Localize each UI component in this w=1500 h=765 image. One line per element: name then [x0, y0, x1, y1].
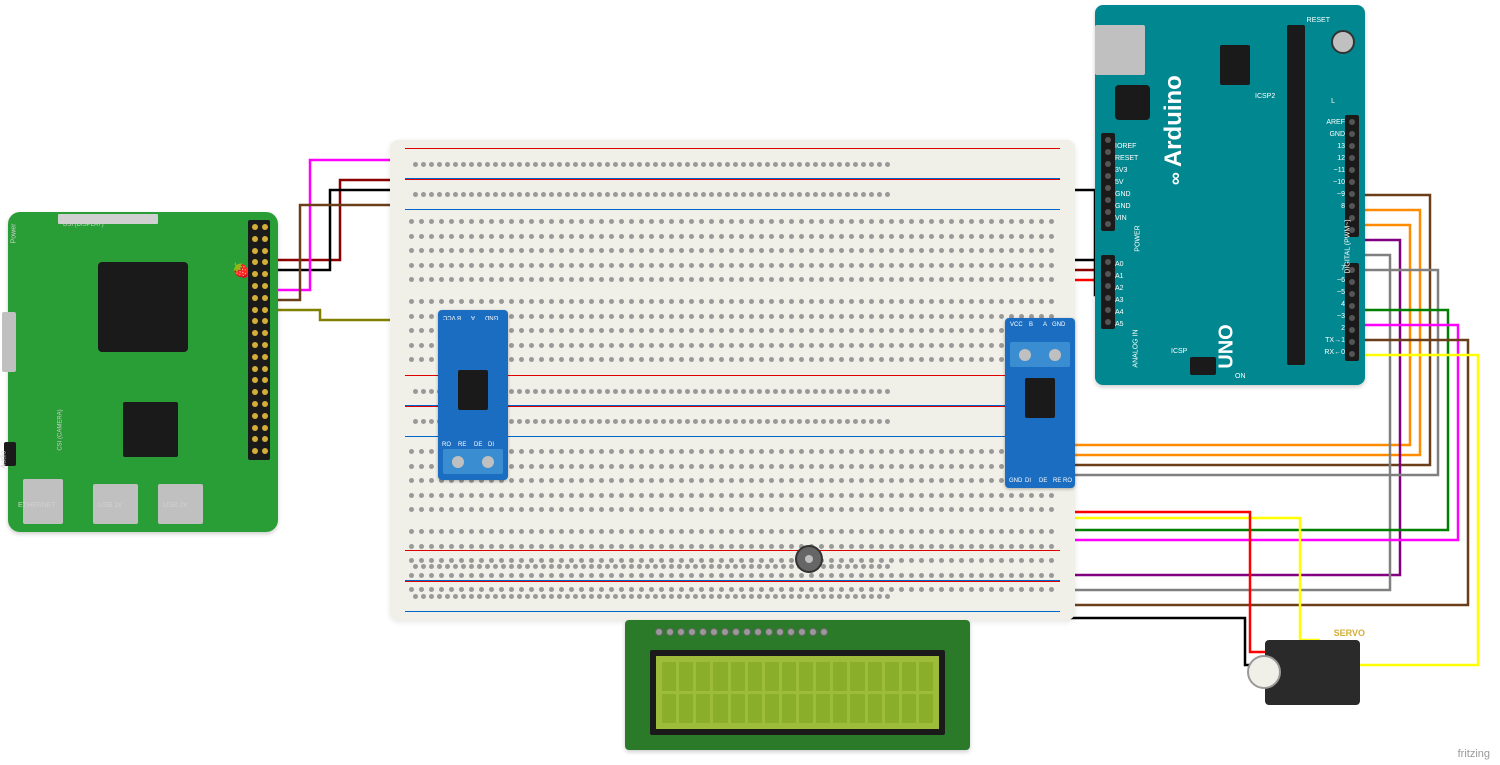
bb-bot-rail-pos [405, 550, 1060, 582]
lcd-pin-header: for(let i=0;i<16;i++)document.write('<di… [655, 628, 940, 640]
al-vin: VIN [1115, 215, 1127, 222]
al-gndd: GND [1329, 131, 1345, 138]
rpi-audio-label: Audio [0, 451, 7, 469]
rpi-gpio-header: for(let i=0;i<40;i++)document.write('<di… [248, 220, 270, 460]
rpi-usb2-label: USB 2x [163, 502, 187, 509]
al-5v: 5V [1115, 179, 1124, 186]
al-d4: 4 [1341, 301, 1345, 308]
al-a3: A3 [1115, 297, 1124, 304]
al-a1: A1 [1115, 273, 1124, 280]
arduino-reset-button [1331, 30, 1355, 54]
al-digital-sec: DIGITAL (PWM~) [1344, 219, 1351, 273]
potentiometer [795, 545, 823, 573]
bb-bot-rail-neg [405, 580, 1060, 612]
bb-top-rail-neg [405, 178, 1060, 210]
al-d6: ~6 [1337, 277, 1345, 284]
al-reset: RESET [1115, 155, 1138, 162]
al-d2: 2 [1341, 325, 1345, 332]
al-gnd1: GND [1115, 191, 1131, 198]
al-icsp2: ICSP2 [1255, 93, 1275, 100]
arduino-logo-text: ∞ Arduino [1160, 75, 1188, 185]
rs485-r-de: DE [1039, 478, 1047, 484]
rpi-usb1-label: USB 2x [98, 502, 122, 509]
al-resetbtn: RESET [1307, 17, 1330, 24]
al-ioref: IOREF [1115, 143, 1136, 150]
rs485-l-ro: RO [442, 442, 451, 448]
al-d13: 13 [1337, 143, 1345, 150]
arduino-usb-port [1095, 25, 1145, 75]
al-power-sec: POWER [1135, 225, 1142, 251]
rs485-r-vcc: VCC [1010, 322, 1023, 328]
al-d12: 12 [1337, 155, 1345, 162]
circuit-diagram: for(let i=0;i<40;i++)document.write('<di… [0, 0, 1500, 765]
rs485-right-terminal [1010, 342, 1070, 367]
al-gnd2: GND [1115, 203, 1131, 210]
rs485-r-gnd2: GND [1009, 478, 1022, 484]
rs485-r-ro: RO [1063, 478, 1072, 484]
rs485-l-re: RE [458, 442, 466, 448]
servo-motor: SERVO [1255, 625, 1375, 715]
rs485-left-terminal [443, 449, 503, 474]
rs485-r-b: B [1029, 322, 1033, 328]
arduino-digital-header-bot [1345, 263, 1359, 361]
rpi-csi-label: CSI (CAMERA) [58, 409, 64, 450]
arduino-power-header [1101, 133, 1115, 231]
al-analog-sec: ANALOG IN [1133, 329, 1140, 367]
bb-top-rail-pos [405, 148, 1060, 180]
fritzing-credit: fritzing [1458, 748, 1490, 760]
rs485-l-gnd: GND [485, 314, 498, 320]
servo-arm [1247, 655, 1281, 689]
al-a2: A2 [1115, 285, 1124, 292]
al-d8: 8 [1341, 203, 1345, 210]
al-a0: A0 [1115, 261, 1124, 268]
rpi-logo-icon: 🍓 [232, 262, 249, 279]
rs485-r-di: DI [1025, 478, 1031, 484]
al-a5: A5 [1115, 321, 1124, 328]
al-rx: RX←0 [1324, 349, 1345, 356]
arduino-model-text: UNO [1216, 324, 1239, 368]
al-d9: ~9 [1337, 191, 1345, 198]
rs485-l-di: DI [488, 442, 494, 448]
al-a4: A4 [1115, 309, 1124, 316]
arduino-analog-header [1101, 255, 1115, 329]
al-on: ON [1235, 373, 1246, 380]
rpi-cpu-chip [98, 262, 188, 352]
bb-upper-section [405, 215, 1060, 293]
al-d3: ~3 [1337, 313, 1345, 320]
arduino-uno-board: ∞ Arduino UNO IOREF RESET 3V3 5V GND [1095, 5, 1365, 385]
al-d11: ~11 [1334, 167, 1345, 174]
rpi-secondary-chip [123, 402, 178, 457]
arduino-power-jack [1115, 85, 1150, 120]
rs485-module-right: VCC B A GND GND DI DE RE RO [1005, 318, 1075, 488]
al-3v3: 3V3 [1115, 167, 1127, 174]
al-icsp: ICSP [1171, 348, 1187, 355]
lcd-screen: for(let i=0;i<32;i++)document.write('<di… [650, 650, 945, 735]
rs485-left-chip [458, 370, 488, 410]
rs485-l-de: DE [474, 442, 482, 448]
al-d10: ~10 [1333, 179, 1345, 186]
rs485-right-chip [1025, 378, 1055, 418]
servo-label: SERVO [1334, 628, 1365, 638]
al-tx: TX→1 [1325, 337, 1345, 344]
raspberry-pi-board: for(let i=0;i<40;i++)document.write('<di… [8, 212, 278, 532]
rpi-eth-label: ETHERNET [18, 502, 56, 509]
rs485-l-a: A [471, 314, 475, 320]
rs485-r-gnd: GND [1052, 322, 1065, 328]
rs485-r-a: A [1043, 322, 1047, 328]
lcd-16x2: for(let i=0;i<16;i++)document.write('<di… [625, 620, 970, 750]
al-d5: ~5 [1337, 289, 1345, 296]
rs485-r-re: RE [1053, 478, 1061, 484]
al-aref: AREF [1326, 119, 1345, 126]
rpi-dsi-connector [58, 214, 158, 224]
al-l: L [1331, 98, 1335, 105]
arduino-atmega-chip [1287, 25, 1305, 365]
rs485-l-vcc: VCC [443, 314, 456, 320]
rpi-hdmi-port [2, 312, 16, 372]
rs485-module-left: VCC B A GND RO RE DE DI [438, 310, 508, 480]
arduino-icsp-header [1190, 357, 1216, 375]
arduino-secondary-chip [1220, 45, 1250, 85]
rpi-power-label: Power [10, 224, 17, 244]
rs485-l-b: B [457, 314, 461, 320]
